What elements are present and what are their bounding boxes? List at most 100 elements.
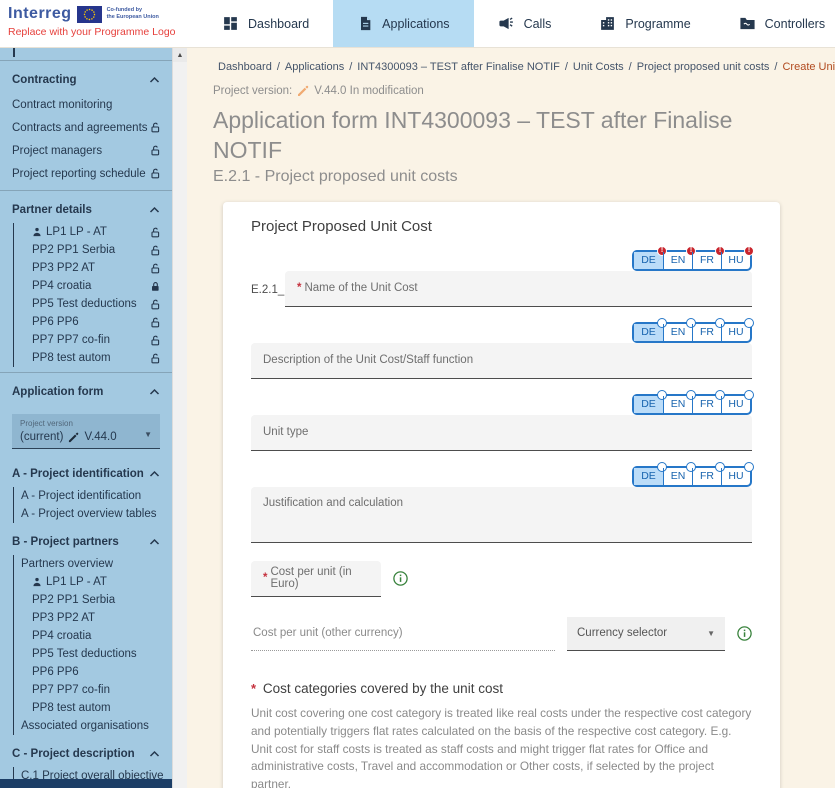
sidebar-item-b-pp3[interactable]: PP3 PP2 AT	[14, 609, 172, 627]
item-label: PP5 Test deductions	[32, 648, 137, 660]
tab-lang-en[interactable]: EN!	[663, 252, 692, 269]
nav-dashboard[interactable]: Dashboard	[198, 0, 333, 47]
sidebar-item-project-managers[interactable]: Project managers	[0, 139, 172, 162]
tab-lang-en[interactable]: EN	[663, 468, 692, 485]
justification-textarea[interactable]: Justification and calculation	[251, 487, 752, 543]
item-label: Partners overview	[21, 558, 113, 570]
sidebar-item-pp3[interactable]: PP3 PP2 AT	[14, 259, 172, 277]
nav-controllers[interactable]: Controllers	[715, 0, 835, 47]
tab-label: HU	[728, 470, 743, 482]
tab-label: DE	[641, 470, 656, 482]
section-label: C - Project description	[12, 748, 135, 760]
sidebar-item-b-pp8[interactable]: PP8 test autom	[14, 699, 172, 717]
sidebar-item-b-pp2[interactable]: PP2 PP1 Serbia	[14, 591, 172, 609]
tab-lang-hu[interactable]: HU	[721, 396, 750, 413]
project-version-line: Project version: V.44.0 In modification	[213, 85, 835, 97]
sidebar-section-partner-details[interactable]: Partner details	[0, 197, 172, 223]
sidebar-item-pp6[interactable]: PP6 PP6	[14, 313, 172, 331]
tab-lang-en[interactable]: EN	[663, 396, 692, 413]
sidebar-item-contract-monitoring[interactable]: Contract monitoring	[0, 93, 172, 116]
breadcrumb-project[interactable]: INT4300093 – TEST after Finalise NOTIF	[357, 61, 560, 73]
breadcrumb-applications[interactable]: Applications	[285, 61, 344, 73]
eu-cofunded-label: Co-funded by the European Union	[107, 7, 159, 21]
tab-lang-hu[interactable]: HU	[721, 324, 750, 341]
sidebar-item-associated-organisations[interactable]: Associated organisations	[14, 717, 172, 735]
info-icon[interactable]	[393, 571, 408, 586]
field-label: Description of the Unit Cost/Staff funct…	[263, 354, 473, 366]
section-label: Application form	[12, 386, 103, 398]
tab-lang-fr[interactable]: FR!	[692, 252, 721, 269]
sidebar-section-contracting[interactable]: Contracting	[0, 67, 172, 93]
chevron-up-icon	[149, 750, 160, 758]
sidebar-item-b-pp4[interactable]: PP4 croatia	[14, 627, 172, 645]
currency-selector[interactable]: Currency selector ▼	[567, 617, 725, 651]
lock-open-icon	[150, 245, 161, 256]
item-label: LP1 LP - AT	[46, 226, 107, 238]
tab-lang-de[interactable]: DE	[634, 468, 663, 485]
sidebar-section-a[interactable]: A - Project identification	[0, 461, 172, 487]
breadcrumb-unit-costs[interactable]: Unit Costs	[573, 61, 624, 73]
item-label: PP4 croatia	[32, 630, 91, 642]
tab-lang-de[interactable]: DE	[634, 396, 663, 413]
breadcrumb-dashboard[interactable]: Dashboard	[218, 61, 272, 73]
sidebar-item-b-pp5[interactable]: PP5 Test deductions	[14, 645, 172, 663]
nav-applications[interactable]: Applications	[333, 0, 473, 47]
description-input[interactable]: Description of the Unit Cost/Staff funct…	[251, 343, 752, 379]
sidebar-item-project-reporting-schedule[interactable]: Project reporting schedule	[0, 162, 172, 185]
sidebar-item-pp4[interactable]: PP4 croatia	[14, 277, 172, 295]
tab-lang-hu[interactable]: HU	[721, 468, 750, 485]
project-version-select[interactable]: Project version (current) V.44.0 ▼	[12, 414, 160, 449]
sidebar-item-b-pp6[interactable]: PP6 PP6	[14, 663, 172, 681]
tab-lang-hu[interactable]: HU!	[721, 252, 750, 269]
sidebar-item-b-lp1[interactable]: LP1 LP - AT	[14, 573, 172, 591]
scroll-up-arrow-icon[interactable]: ▲	[173, 48, 187, 62]
sidebar-section-b[interactable]: B - Project partners	[0, 529, 172, 555]
sidebar-item-pp2[interactable]: PP2 PP1 Serbia	[14, 241, 172, 259]
item-label: PP6 PP6	[32, 316, 79, 328]
chevron-up-icon	[149, 388, 160, 396]
sidebar-item-b-pp7[interactable]: PP7 PP7 co-fin	[14, 681, 172, 699]
tab-label: HU	[728, 398, 743, 410]
tab-lang-de[interactable]: DE!	[634, 252, 663, 269]
page-title: Application form INT4300093 – TEST after…	[213, 105, 778, 166]
sidebar-item-lp1[interactable]: LP1 LP - AT	[14, 223, 172, 241]
nav-calls[interactable]: Calls	[474, 0, 576, 47]
sidebar-item-a-overview-tables[interactable]: A - Project overview tables	[14, 505, 172, 523]
sidebar-section-c[interactable]: C - Project description	[0, 741, 172, 767]
sidebar-item-pp7[interactable]: PP7 PP7 co-fin	[14, 331, 172, 349]
item-label: PP6 PP6	[32, 666, 79, 678]
tab-lang-en[interactable]: EN	[663, 324, 692, 341]
sidebar-item-partners-overview[interactable]: Partners overview	[14, 555, 172, 573]
sidebar-item-contracts-agreements[interactable]: Contracts and agreements	[0, 116, 172, 139]
breadcrumb-proposed-unit-costs[interactable]: Project proposed unit costs	[637, 61, 770, 73]
tab-lang-fr[interactable]: FR	[692, 468, 721, 485]
nav-label: Calls	[524, 17, 552, 31]
tab-lang-fr[interactable]: FR	[692, 324, 721, 341]
item-label: A - Project overview tables	[21, 508, 157, 520]
lock-open-icon	[150, 299, 161, 310]
item-label: PP3 PP2 AT	[32, 262, 95, 274]
nav-label: Controllers	[765, 17, 825, 31]
nav-programme[interactable]: Programme	[575, 0, 714, 47]
section-label: A - Project identification	[12, 468, 144, 480]
sidebar-item-pp8[interactable]: PP8 test autom	[14, 349, 172, 367]
cost-per-unit-input[interactable]: * Cost per unit (in Euro)	[251, 561, 381, 597]
name-of-unit-cost-input[interactable]: * Name of the Unit Cost	[285, 271, 752, 307]
field-label: Cost per unit (in Euro)	[270, 566, 369, 590]
sidebar: Contracting Contract monitoring Contract…	[0, 48, 172, 788]
tab-lang-de[interactable]: DE	[634, 324, 663, 341]
sidebar-section-application-form[interactable]: Application form	[0, 379, 172, 405]
sidebar-scrollbar[interactable]: ▲	[172, 48, 187, 788]
language-tabs-justification: DE EN FR HU	[632, 466, 752, 487]
tab-label: EN	[671, 398, 686, 410]
sidebar-item-a-identification[interactable]: A - Project identification	[14, 487, 172, 505]
field-label: Cost per unit (other currency)	[253, 627, 403, 639]
sidebar-item-pp5[interactable]: PP5 Test deductions	[14, 295, 172, 313]
error-badge: !	[744, 246, 754, 256]
item-label: PP3 PP2 AT	[32, 612, 95, 624]
tab-label: FR	[700, 254, 714, 266]
lock-open-icon	[150, 317, 161, 328]
tab-lang-fr[interactable]: FR	[692, 396, 721, 413]
info-icon[interactable]	[737, 626, 752, 641]
unit-type-input[interactable]: Unit type	[251, 415, 752, 451]
